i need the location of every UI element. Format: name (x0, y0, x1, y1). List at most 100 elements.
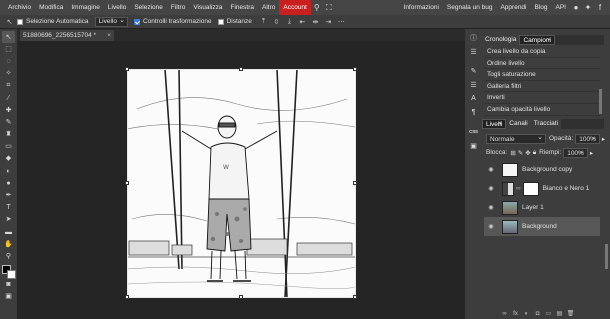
menu-archivio[interactable]: Archivio (4, 0, 35, 15)
reddit-icon[interactable]: ● (570, 0, 582, 15)
eraser-tool-icon[interactable]: ▭ (2, 141, 15, 153)
new-group-icon[interactable]: ▭ (544, 309, 553, 318)
menu-apprendi[interactable]: Apprendi (496, 0, 530, 15)
layer-effects-icon[interactable]: fx (511, 309, 520, 318)
align-left-icon[interactable]: ⇤ (297, 16, 308, 27)
transform-handle-r[interactable] (353, 181, 357, 185)
align-middle-icon[interactable]: ⇳ (271, 16, 282, 27)
eyedropper-icon[interactable]: ⁄ (2, 92, 15, 104)
transform-handle-t[interactable] (239, 67, 243, 71)
history-item[interactable]: Galleria filtri (484, 81, 600, 93)
visibility-eye-icon[interactable]: ◉ (486, 185, 496, 192)
tab-tracciati[interactable]: Tracciati (530, 119, 562, 129)
healing-brush-icon[interactable]: ✚ (2, 104, 15, 116)
info-icon[interactable]: ⓘ (467, 31, 480, 44)
menu-altro[interactable]: Altro (258, 0, 279, 15)
distances-check-icon[interactable] (217, 18, 224, 25)
lock-paint-icon[interactable]: ✎ (518, 149, 523, 157)
tab-canali[interactable]: Canali (506, 119, 531, 129)
menu-immagine[interactable]: Immagine (67, 0, 104, 15)
layer-row[interactable]: ◉ Background copy (484, 160, 600, 179)
dodge-tool-icon[interactable]: ● (2, 177, 15, 189)
lasso-tool-icon[interactable]: ◌ (2, 55, 15, 67)
paragraph-icon[interactable]: ¶ (467, 106, 480, 119)
align-bottom-icon[interactable]: ⤓ (284, 16, 295, 27)
layer-select-dropdown[interactable]: Livello (94, 16, 128, 27)
shape-tool-icon[interactable]: ▬ (2, 226, 15, 238)
adjustments-icon[interactable]: ☰ (467, 78, 480, 91)
marquee-tool-icon[interactable]: ⬚ (2, 43, 15, 55)
opacity-field[interactable]: 100% (575, 133, 600, 144)
move-tool-options-icon[interactable]: ↖ (4, 16, 15, 27)
tab-livelli[interactable]: Livelli (482, 118, 507, 129)
visibility-eye-icon[interactable]: ◉ (486, 223, 496, 230)
transform-controls-checkbox[interactable]: Controlli trasformazione (133, 18, 212, 25)
lock-move-icon[interactable]: ✥ (525, 149, 530, 157)
align-top-icon[interactable]: ⤒ (258, 16, 269, 27)
menu-account[interactable]: Account (279, 0, 311, 15)
history-item[interactable]: Inverti (484, 92, 600, 104)
layers-scrollbar[interactable] (605, 244, 608, 269)
history-item[interactable]: Cambia opacità livello (484, 104, 600, 116)
opacity-arrow-icon[interactable]: ▸ (602, 135, 605, 143)
screen-mode-icon[interactable]: ▣ (2, 291, 15, 303)
transform-handle-tr[interactable] (353, 67, 357, 71)
clone-stamp-icon[interactable]: ♜ (2, 129, 15, 141)
document-tab[interactable]: 51880696_2256515704 * × (20, 30, 114, 41)
menu-api[interactable]: API (552, 0, 570, 15)
fullscreen-icon[interactable]: ⛶ (323, 0, 335, 15)
tab-cronologia[interactable]: Cronologia (482, 35, 520, 45)
lock-pixels-icon[interactable]: ⊞ (510, 149, 515, 157)
lock-all-icon[interactable]: 🔒︎ (533, 149, 536, 157)
link-layers-icon[interactable]: ∞ (500, 309, 509, 318)
transform-more-icon[interactable]: ⋯ (336, 16, 347, 27)
transform-handle-tl[interactable] (125, 67, 129, 71)
move-tool-icon[interactable]: ↖ (2, 31, 15, 44)
history-item[interactable]: Togli saturazione (484, 69, 600, 81)
menu-livello[interactable]: Livello (104, 0, 130, 15)
menu-informazioni[interactable]: Informazioni (400, 0, 443, 15)
menu-modifica[interactable]: Modifica (35, 0, 67, 15)
history-item[interactable]: Ordine livello (484, 58, 600, 70)
layer-mask-icon[interactable]: ◘ (533, 309, 542, 318)
background-color-swatch[interactable] (6, 269, 16, 279)
menu-visualizza[interactable]: Visualizza (189, 0, 226, 15)
twitter-icon[interactable]: ✦ (582, 0, 594, 15)
transform-handle-bl[interactable] (125, 295, 129, 299)
path-select-icon[interactable]: ➤ (2, 214, 15, 226)
delete-layer-icon[interactable]: 🗑︎ (566, 309, 575, 318)
quick-mask-icon[interactable]: ◙ (2, 279, 15, 291)
image-icon[interactable]: ▣ (467, 139, 480, 152)
history-item[interactable]: Crea livello da copia (484, 46, 600, 58)
zoom-tool-icon[interactable]: ⚲ (2, 250, 15, 262)
crop-tool-icon[interactable]: ⌗ (2, 80, 15, 92)
css-icon[interactable]: CSS (467, 125, 480, 138)
brush-settings-icon[interactable]: ✎ (467, 64, 480, 77)
magic-wand-icon[interactable]: ✧ (2, 68, 15, 80)
fill-field[interactable]: 100% (563, 147, 588, 158)
facebook-icon[interactable]: f (594, 0, 606, 15)
new-layer-icon[interactable]: ▤ (555, 309, 564, 318)
color-swatches[interactable] (1, 264, 16, 279)
transform-check-icon[interactable] (133, 18, 140, 25)
bucket-tool-icon[interactable]: ◆ (2, 153, 15, 165)
history-scrollbar[interactable] (599, 89, 602, 114)
menu-filtro[interactable]: Filtro (167, 0, 189, 15)
menu-segnala-bug[interactable]: Segnala un bug (443, 0, 497, 15)
layer-row[interactable]: ◉ ∞ Bianco e Nero 1 (484, 179, 600, 198)
pen-tool-icon[interactable]: ✒ (2, 189, 15, 201)
blend-mode-dropdown[interactable]: Normale (486, 133, 546, 144)
auto-select-check-icon[interactable] (17, 18, 23, 25)
visibility-eye-icon[interactable]: ◉ (486, 204, 496, 211)
menu-blog[interactable]: Blog (531, 0, 552, 15)
hand-tool-icon[interactable]: ✋ (2, 238, 15, 250)
layer-row[interactable]: ◉ Layer 1 (484, 198, 600, 217)
fill-arrow-icon[interactable]: ▸ (590, 149, 593, 157)
transform-bounding-box[interactable] (127, 69, 356, 298)
brush-tool-icon[interactable]: ✎ (2, 116, 15, 128)
transform-handle-br[interactable] (353, 295, 357, 299)
menu-finestra[interactable]: Finestra (227, 0, 258, 15)
blur-tool-icon[interactable]: ◐ (2, 165, 15, 177)
tab-campioni[interactable]: Campioni (519, 34, 555, 45)
auto-select-checkbox[interactable]: Selezione Automatica (17, 18, 89, 25)
